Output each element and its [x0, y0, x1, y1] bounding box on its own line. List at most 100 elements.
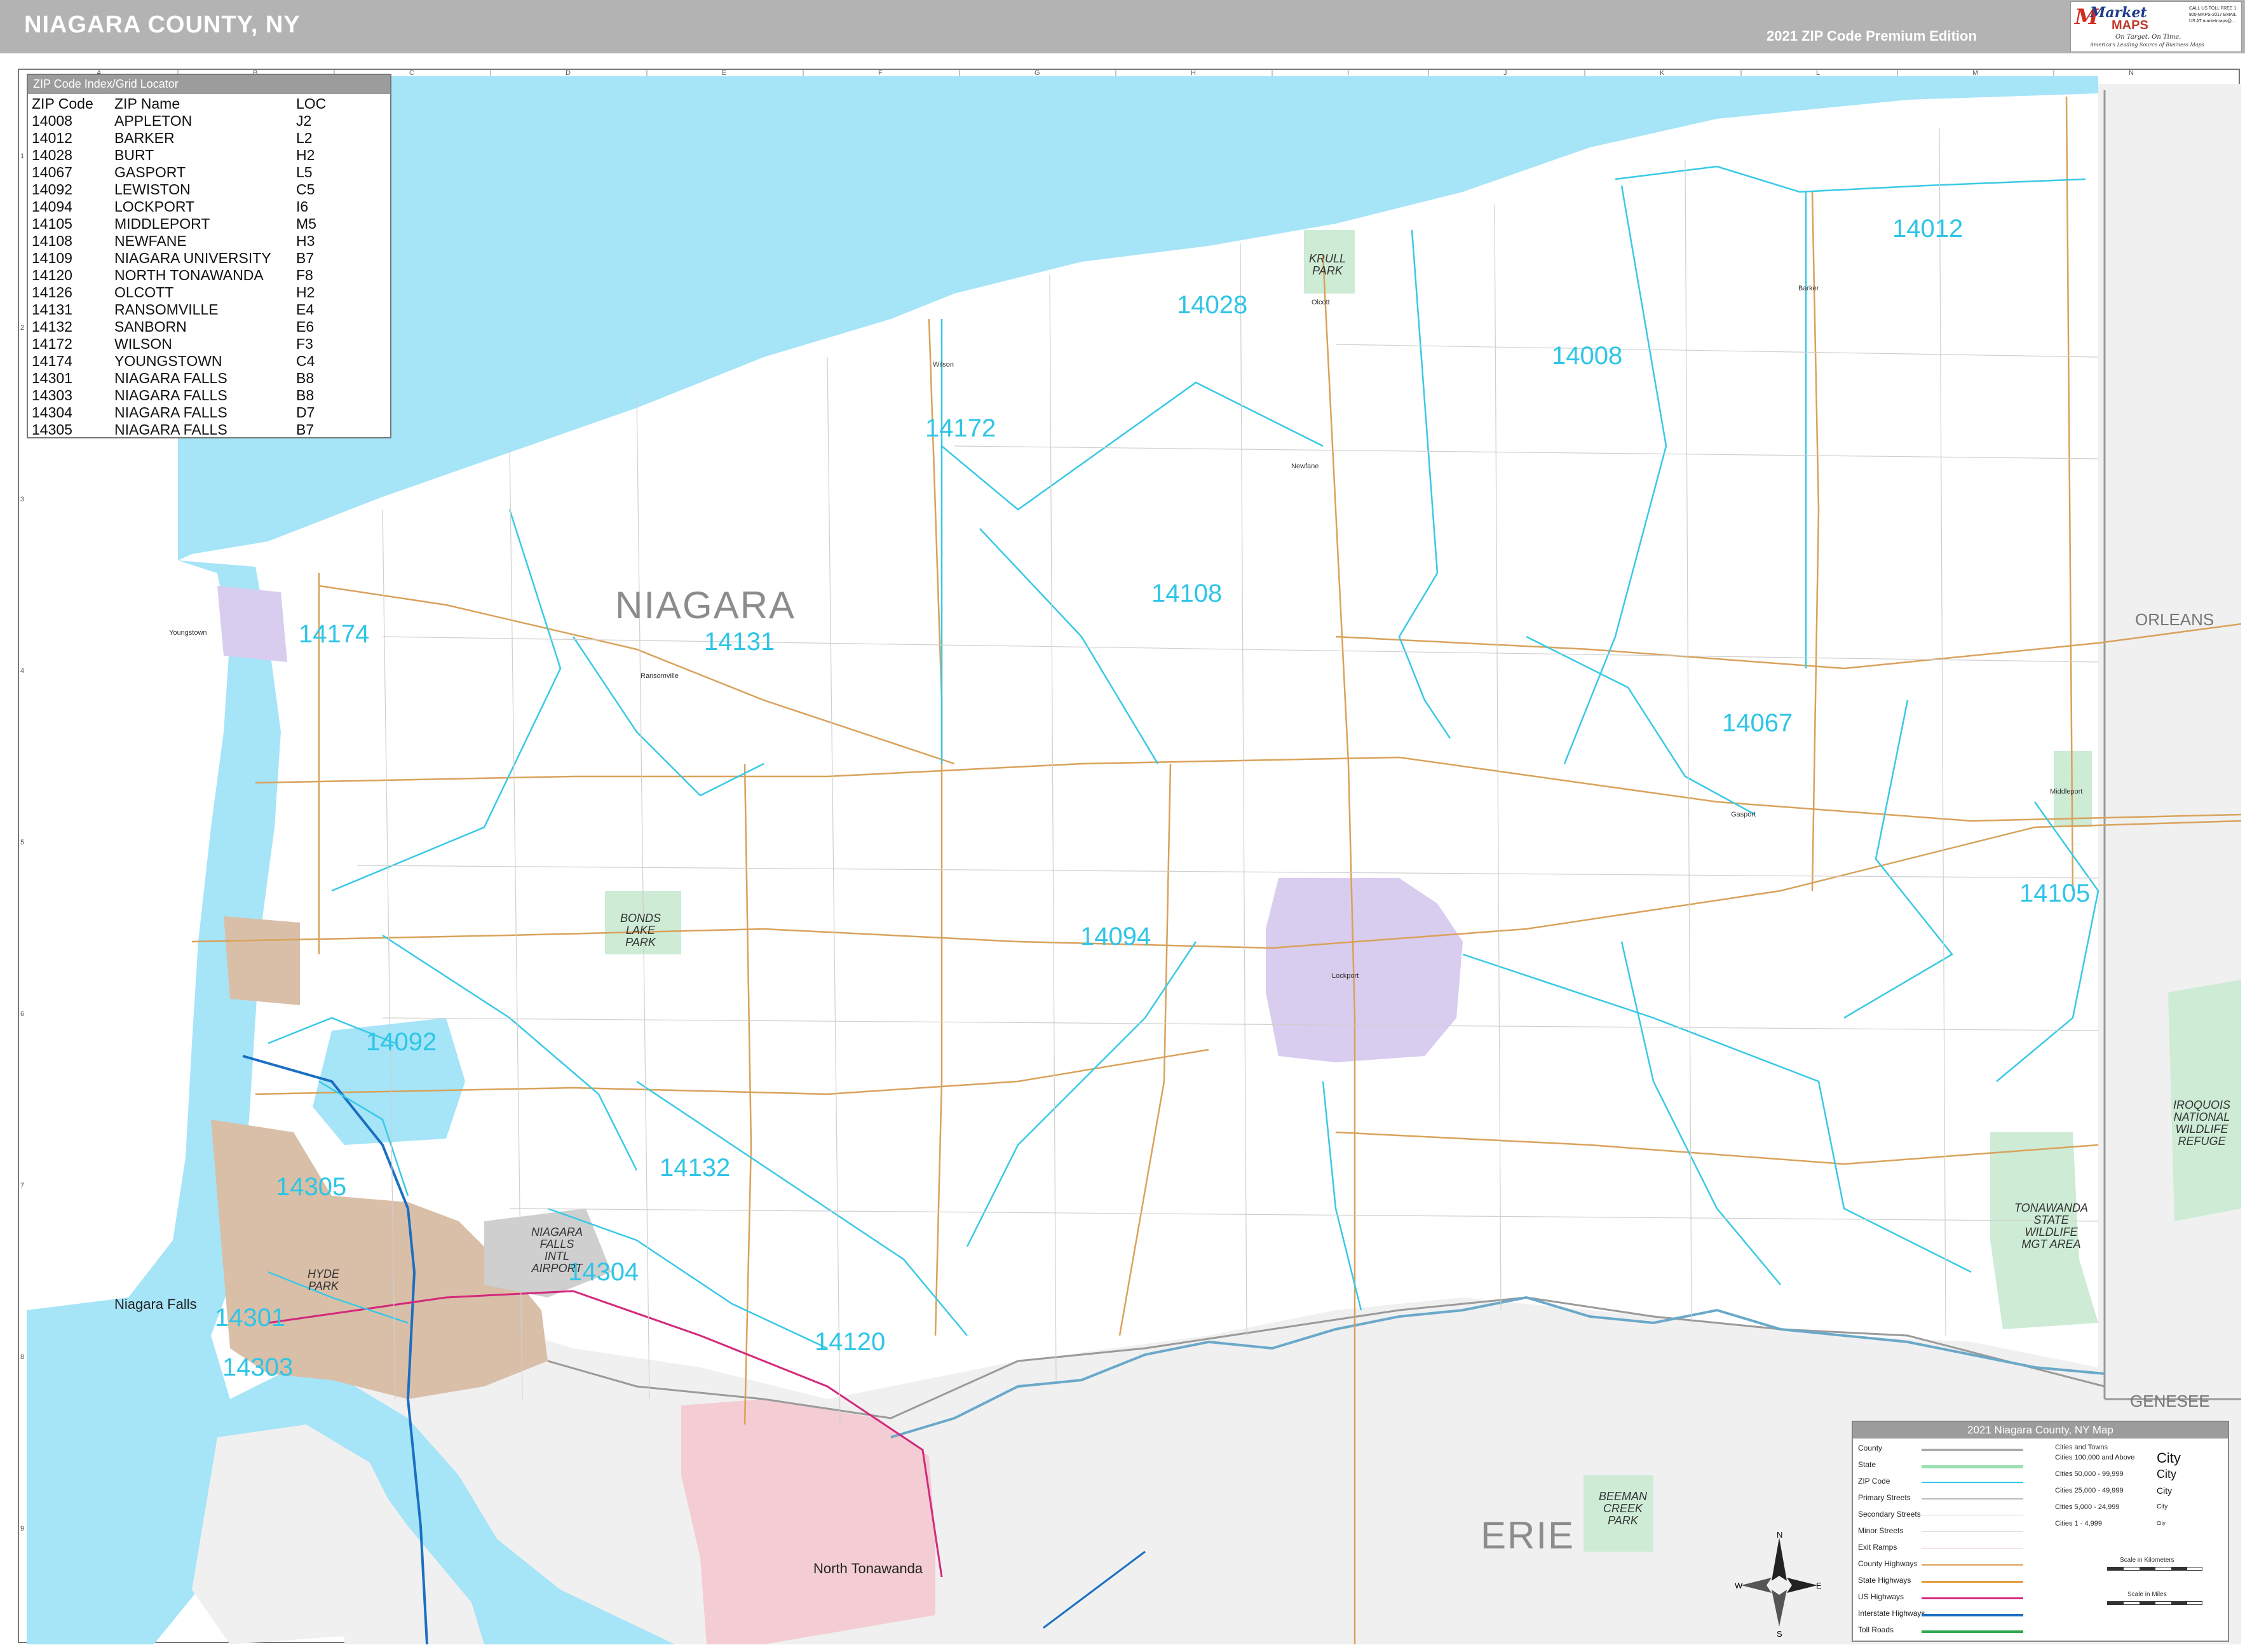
- zip-label-14108: 14108: [1151, 579, 1223, 607]
- compass-e: E: [1816, 1581, 1822, 1590]
- zip-index-row: 14304 NIAGARA FALLS D7: [32, 404, 385, 421]
- logo-tagline-2: America's Leading Source of Business Map…: [2090, 42, 2204, 48]
- compass-rose-icon: N S W E: [1735, 1531, 1822, 1639]
- zip-loc-cell: H3: [296, 233, 315, 249]
- grid-col-g: G: [1034, 69, 1040, 77]
- compass-w: W: [1735, 1581, 1743, 1590]
- city-label-wilson: Wilson: [933, 361, 954, 369]
- legend-city-sample-1: City: [2157, 1450, 2181, 1466]
- legend-city-tier-4: Cities 5,000 - 24,999: [2055, 1503, 2120, 1511]
- zip-index-row: 14109 NIAGARA UNIVERSITY B7: [32, 250, 385, 267]
- legend-city-tier-3: Cities 25,000 - 49,999: [2055, 1487, 2124, 1494]
- legend-scale-mi: Scale in Miles: [2127, 1591, 2167, 1598]
- zip-code-cell: 14172: [32, 335, 72, 352]
- zip-name-cell: NIAGARA FALLS: [114, 387, 227, 403]
- zip-code-cell: 14120: [32, 267, 72, 283]
- city-label-gasport: Gasport: [1731, 811, 1756, 818]
- zip-index-row: 14012 BARKER L2: [32, 130, 385, 147]
- legend-swatch-us-hwy: [1922, 1597, 2023, 1599]
- zip-loc-cell: J2: [296, 112, 312, 129]
- park-label-bonds: BONDS LAKE PARK: [620, 912, 661, 949]
- zip-index-header-name: ZIP Name: [114, 95, 180, 112]
- zip-index-header-loc: LOC: [296, 95, 327, 112]
- city-label-niagara-falls: Niagara Falls: [114, 1296, 197, 1312]
- grid-col-n: N: [2129, 69, 2134, 77]
- zip-label-14120: 14120: [815, 1328, 886, 1356]
- zip-label-14303: 14303: [222, 1353, 294, 1381]
- zip-index-row: 14108 NEWFANE H3: [32, 233, 385, 250]
- title-bar: NIAGARA COUNTY, NY 2021 ZIP Code Premium…: [0, 0, 2245, 53]
- grid-row-2: 2: [20, 324, 25, 332]
- zip-code-cell: 14131: [32, 301, 72, 318]
- zip-name-cell: GASPORT: [114, 164, 186, 180]
- zip-name-cell: YOUNGSTOWN: [114, 353, 222, 369]
- zip-index-header-row: ZIP Code ZIP Name LOC: [32, 95, 385, 112]
- zip-index-row: 14126 OLCOTT H2: [32, 284, 385, 301]
- zip-index-row: 14305 NIAGARA FALLS B7: [32, 421, 385, 438]
- grid-col-d: D: [566, 69, 571, 77]
- grid-col-m: M: [1972, 69, 1979, 77]
- zip-label-14131: 14131: [704, 628, 775, 656]
- zip-index-row: 14174 YOUNGSTOWN C4: [32, 353, 385, 370]
- legend-item-county: County: [1858, 1444, 1883, 1452]
- zip-loc-cell: L2: [296, 130, 313, 146]
- park-label-iroquois: IROQUOIS NATIONAL WILDLIFE REFUGE: [2173, 1099, 2231, 1148]
- compass-n: N: [1777, 1531, 1782, 1540]
- zip-code-cell: 14174: [32, 353, 72, 369]
- zip-label-14105: 14105: [2019, 879, 2091, 907]
- park-label-airport: NIAGARA FALLS INTL AIRPORT: [531, 1226, 583, 1275]
- logo-tagline: On Target. On Time.: [2115, 34, 2181, 41]
- zip-loc-cell: I6: [296, 198, 309, 215]
- zip-name-cell: RANSOMVILLE: [114, 301, 219, 318]
- zip-code-cell: 14008: [32, 112, 72, 129]
- zip-name-cell: BARKER: [114, 130, 175, 146]
- zip-label-14028: 14028: [1177, 291, 1248, 319]
- grid-row-1: 1: [20, 152, 25, 160]
- zip-index-row: 14067 GASPORT L5: [32, 164, 385, 181]
- zip-name-cell: SANBORN: [114, 318, 187, 335]
- map-legend: 2021 Niagara County, NY Map County State…: [1852, 1421, 2229, 1642]
- zip-name-cell: NIAGARA FALLS: [114, 421, 227, 438]
- scale-bar-km: [2107, 1567, 2202, 1571]
- grid-col-i: I: [1347, 69, 1350, 77]
- county-label-erie: ERIE: [1481, 1514, 1575, 1557]
- zip-code-cell: 14304: [32, 404, 72, 421]
- edition-label: 2021 ZIP Code Premium Edition: [1767, 28, 1977, 44]
- zip-loc-cell: B7: [296, 421, 315, 438]
- legend-city-sample-5: City: [2157, 1520, 2166, 1526]
- legend-swatch-zip: [1922, 1482, 2023, 1483]
- zip-index-row: 14105 MIDDLEPORT M5: [32, 215, 385, 233]
- scale-bar-mi: [2107, 1601, 2202, 1605]
- zip-code-cell: 14012: [32, 130, 72, 146]
- zip-index-table: ZIP Code ZIP Name LOC 14008 APPLETON J2 140…: [32, 95, 385, 438]
- zip-code-cell: 14067: [32, 164, 72, 180]
- legend-item-exit-ramps: Exit Ramps: [1858, 1543, 1897, 1552]
- zip-index-row: 14092 LEWISTON C5: [32, 181, 385, 198]
- legend-swatch-state-hwy: [1922, 1581, 2023, 1583]
- grid-col-c: C: [409, 69, 414, 77]
- youngstown-area: [217, 586, 287, 662]
- legend-city-sample-4: City: [2157, 1503, 2168, 1510]
- zip-label-14305: 14305: [276, 1173, 347, 1201]
- zip-name-cell: NEWFANE: [114, 233, 187, 249]
- grid-col-h: H: [1191, 69, 1196, 77]
- zip-index-row: 14303 NIAGARA FALLS B8: [32, 387, 385, 404]
- zip-label-14132: 14132: [660, 1154, 731, 1182]
- zip-index-panel: ZIP Code Index/Grid Locator ZIP Code ZIP…: [27, 74, 391, 438]
- zip-loc-cell: F8: [296, 267, 313, 283]
- legend-item-toll: Toll Roads: [1858, 1625, 1894, 1634]
- zip-loc-cell: F3: [296, 335, 313, 352]
- legend-item-state-hwy: State Highways: [1858, 1576, 1911, 1585]
- zip-label-14174: 14174: [299, 620, 370, 648]
- zip-index-row: 14028 BURT H2: [32, 147, 385, 164]
- zip-code-cell: 14094: [32, 198, 72, 215]
- grid-row-3: 3: [20, 496, 25, 503]
- zip-name-cell: LEWISTON: [114, 181, 191, 198]
- zip-loc-cell: D7: [296, 404, 315, 421]
- legend-swatch-primary: [1922, 1498, 2023, 1500]
- map-title: NIAGARA COUNTY, NY: [24, 11, 301, 38]
- zip-label-14092: 14092: [366, 1028, 437, 1056]
- zip-index-row: 14120 NORTH TONAWANDA F8: [32, 267, 385, 284]
- zip-loc-cell: E6: [296, 318, 315, 335]
- legend-swatch-minor: [1922, 1531, 2023, 1532]
